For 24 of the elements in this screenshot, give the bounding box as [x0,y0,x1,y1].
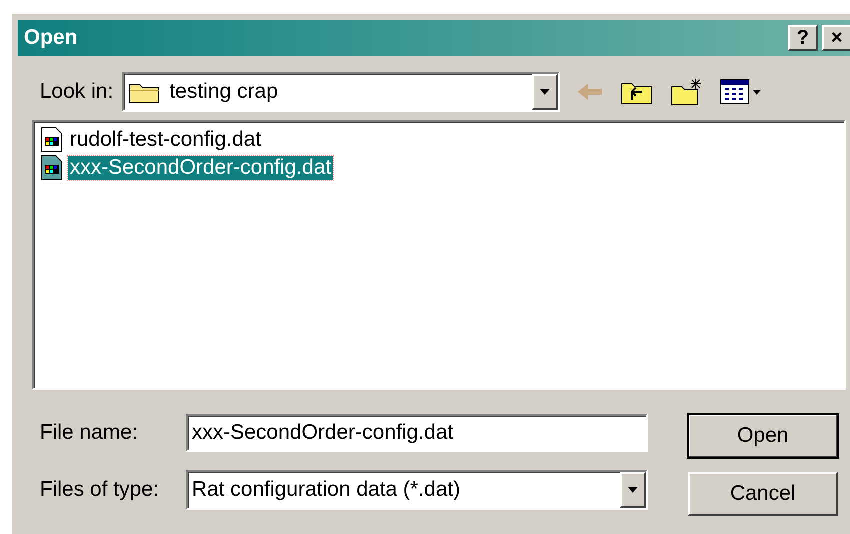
file-icon [40,127,64,153]
file-name-field[interactable]: xxx-SecondOrder-config.dat [186,414,648,452]
file-name[interactable]: xxx-SecondOrder-config.dat [68,156,334,180]
file-type-value: Rat configuration data (*.dat) [191,477,462,504]
file-name-label: File name: [40,420,140,446]
file-icon [40,155,64,181]
dropdown-arrow-button[interactable] [620,472,646,508]
view-menu-icon[interactable] [720,78,764,106]
close-button[interactable]: × [822,25,850,51]
new-folder-icon[interactable] [670,77,704,107]
file-type-label: Files of type: [40,477,160,504]
look-in-label: Look in: [40,79,114,106]
file-type-dropdown[interactable]: Rat configuration data (*.dat) [186,470,648,510]
open-button[interactable]: Open [688,414,838,458]
file-list[interactable]: rudolf-test-config.dat xxx-SecondOrder-config.dat [32,120,846,390]
cancel-button[interactable]: Cancel [688,472,838,516]
look-in-value: testing crap [170,79,280,106]
caret-icon [540,89,550,95]
dropdown-arrow-button[interactable] [532,74,558,110]
caret-icon [628,487,638,493]
file-name[interactable]: rudolf-test-config.dat [68,128,264,152]
look-in-dropdown[interactable]: testing crap [122,72,560,112]
help-button[interactable]: ? [788,25,818,51]
window-title: Open [24,25,78,52]
